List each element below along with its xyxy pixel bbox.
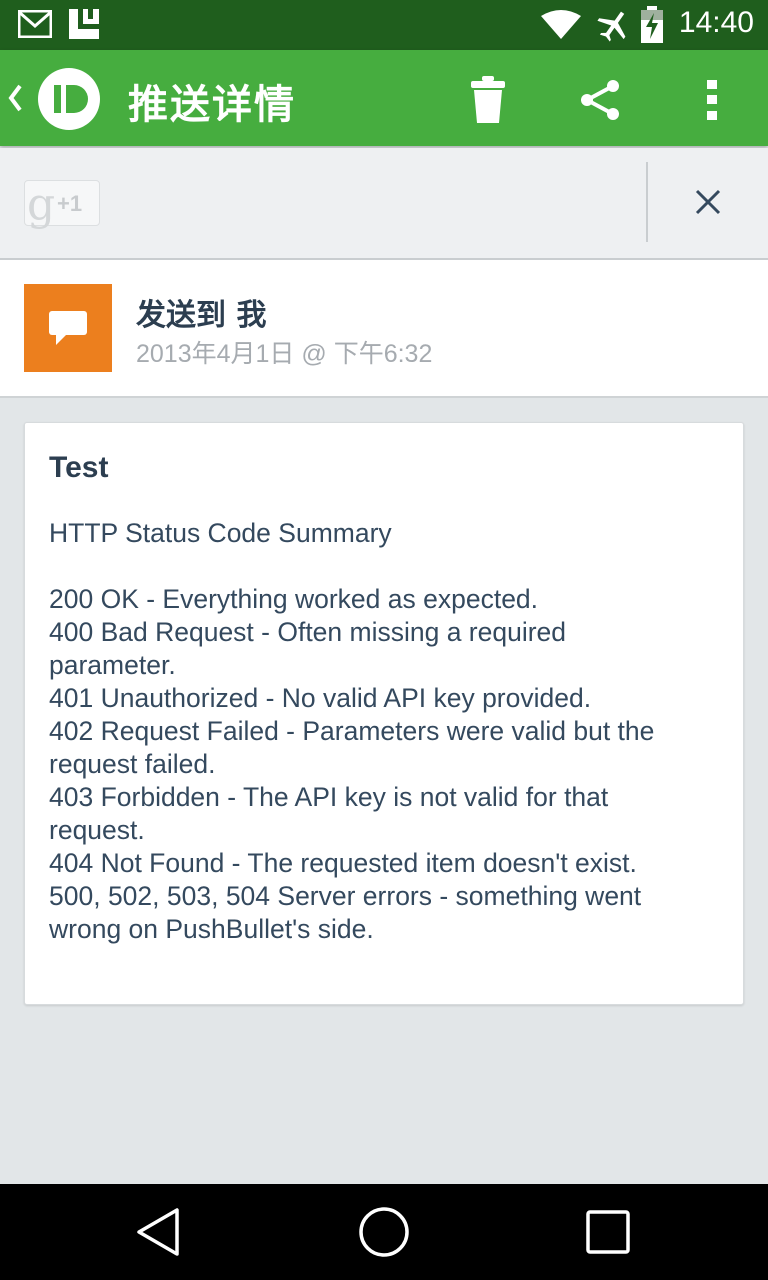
note-line: 402 Request Failed - Parameters were val… [49,716,655,746]
note-line: 200 OK - Everything worked as expected. [49,584,539,614]
push-recipient: 发送到 我 [136,298,267,333]
app-bar: 推送详情 [0,50,768,146]
gplus-one-button[interactable]: g +1 [24,179,100,230]
pushbullet-logo-icon[interactable] [38,68,100,130]
note-line: 401 Unauthorized - No valid API key prov… [49,683,592,713]
airplane-icon [596,8,632,46]
clock: 14:40 [678,6,754,39]
note-line: 400 Bad Request - Often missing a requir… [49,617,567,647]
share-icon[interactable] [572,72,628,128]
note-line: wrong on PushBullet's side. [49,914,374,944]
gplus-g-label: g [27,179,56,230]
home-icon[interactable] [356,1204,412,1260]
note-line [49,550,719,583]
delete-icon[interactable] [460,72,516,128]
overflow-menu-icon[interactable] [684,72,740,128]
divider [646,162,648,242]
note-line: parameter. [49,650,176,680]
gplus-bar: g +1 [0,148,768,260]
system-nav-bar [0,1184,768,1280]
gplus-one-label: +1 [57,191,83,216]
push-date: 2013年4月1日 @ 下午6:32 [136,340,433,368]
up-chevron-icon[interactable] [6,76,24,120]
page-title: 推送详情 [128,82,296,128]
note-icon [24,284,112,372]
note-line: 404 Not Found - The requested item doesn… [49,848,637,878]
close-icon[interactable] [686,180,730,224]
battery-charging-icon [640,6,664,48]
wifi-icon [540,10,582,44]
status-bar: 14:40 [0,0,768,50]
recents-icon[interactable] [580,1204,636,1260]
note-body: HTTP Status Code Summary 200 OK - Everyt… [49,517,719,946]
note-line: request. [49,815,145,845]
back-icon[interactable] [130,1204,186,1260]
gmail-icon [17,9,53,42]
note-line: 500, 502, 503, 504 Server errors - somet… [49,881,642,911]
app-l-icon [68,8,100,44]
note-line: HTTP Status Code Summary [49,518,392,548]
note-line: request failed. [49,749,216,779]
note-card: Test HTTP Status Code Summary 200 OK - E… [24,422,744,1005]
push-header: 发送到 我 2013年4月1日 @ 下午6:32 [0,260,768,398]
note-line: 403 Forbidden - The API key is not valid… [49,782,609,812]
note-title: Test [49,451,109,484]
